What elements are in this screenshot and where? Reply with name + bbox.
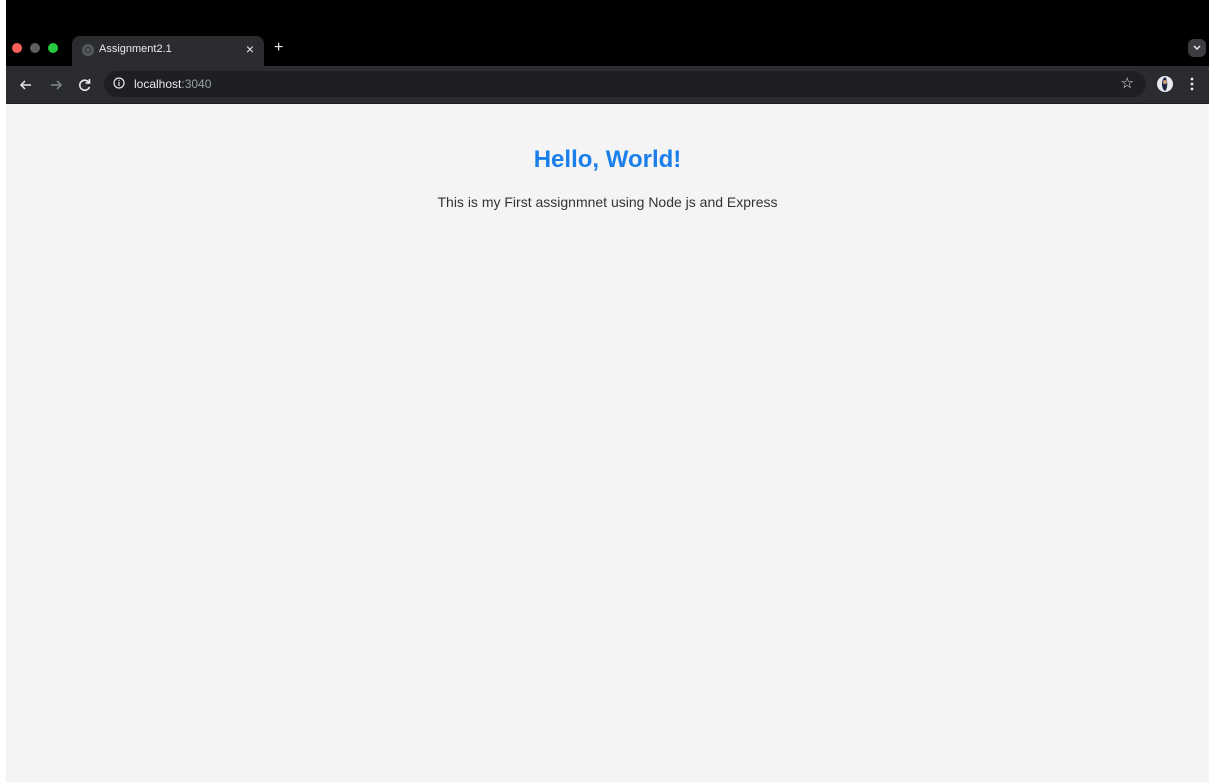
url-port: :3040 <box>181 77 212 91</box>
page-heading: Hello, World! <box>533 146 682 173</box>
profile-avatar[interactable] <box>1156 75 1174 93</box>
reload-icon <box>79 79 91 91</box>
back-button[interactable] <box>18 77 34 93</box>
more-vertical-icon <box>1190 77 1194 91</box>
browser-menu-button[interactable] <box>1187 76 1197 92</box>
browser-window: Assignment2.1 × + localhost:3040 ☆ Hello… <box>6 0 1209 782</box>
address-bar[interactable]: localhost:3040 ☆ <box>104 71 1146 97</box>
globe-icon <box>82 44 94 56</box>
page-content: Hello, World! This is my First assignmne… <box>6 104 1209 782</box>
tab-strip: Assignment2.1 × + <box>6 0 1209 66</box>
url-host: localhost <box>134 77 182 91</box>
url-text: localhost:3040 <box>134 77 211 91</box>
arrow-left-icon <box>19 80 31 90</box>
minimize-window-button[interactable] <box>30 43 40 53</box>
page-paragraph: This is my First assignmnet using Node j… <box>437 194 778 210</box>
arrow-right-icon <box>51 80 63 90</box>
avatar-icon <box>1157 76 1173 92</box>
bookmark-star-icon[interactable]: ☆ <box>1121 75 1134 93</box>
forward-button[interactable] <box>48 77 64 93</box>
maximize-window-button[interactable] <box>48 43 58 53</box>
new-tab-button[interactable]: + <box>274 40 283 56</box>
tab-close-button[interactable]: × <box>246 41 254 57</box>
browser-toolbar: localhost:3040 ☆ <box>6 66 1209 104</box>
reload-button[interactable] <box>77 77 93 93</box>
chevron-down-icon <box>1193 45 1201 51</box>
tab-search-button[interactable] <box>1188 39 1206 57</box>
tab-title: Assignment2.1 <box>99 43 172 55</box>
tab-active[interactable]: Assignment2.1 × <box>72 36 264 66</box>
info-icon[interactable] <box>113 77 125 89</box>
close-window-button[interactable] <box>12 43 22 53</box>
